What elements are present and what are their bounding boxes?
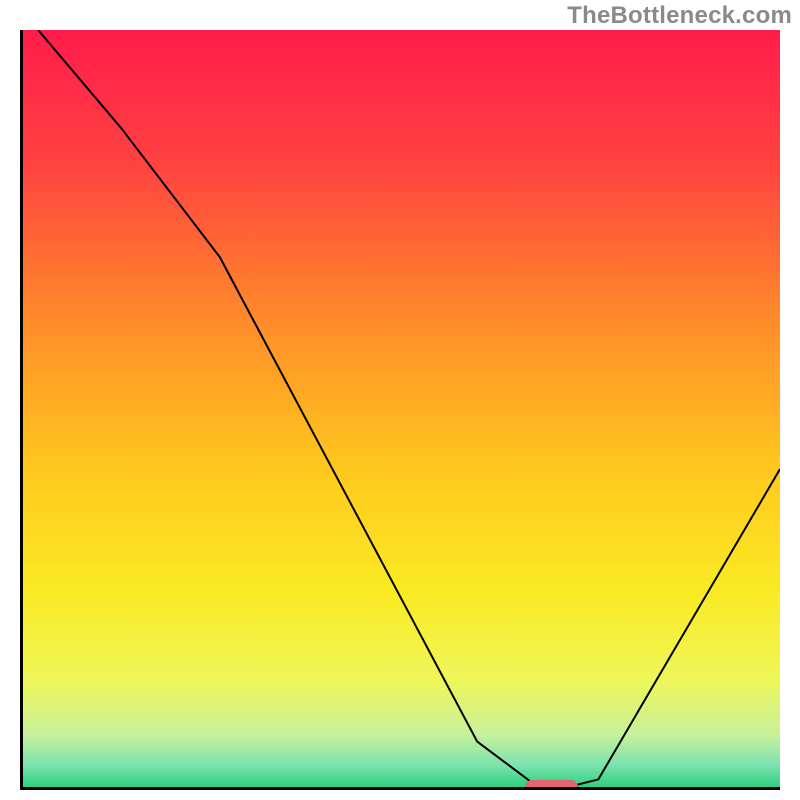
bottleneck-chart: TheBottleneck.com <box>0 0 800 800</box>
watermark-text: TheBottleneck.com <box>567 2 792 30</box>
curve-line <box>23 30 780 787</box>
plot-area <box>20 30 780 790</box>
plot-inner <box>23 30 780 787</box>
optimal-point-marker <box>525 780 578 787</box>
